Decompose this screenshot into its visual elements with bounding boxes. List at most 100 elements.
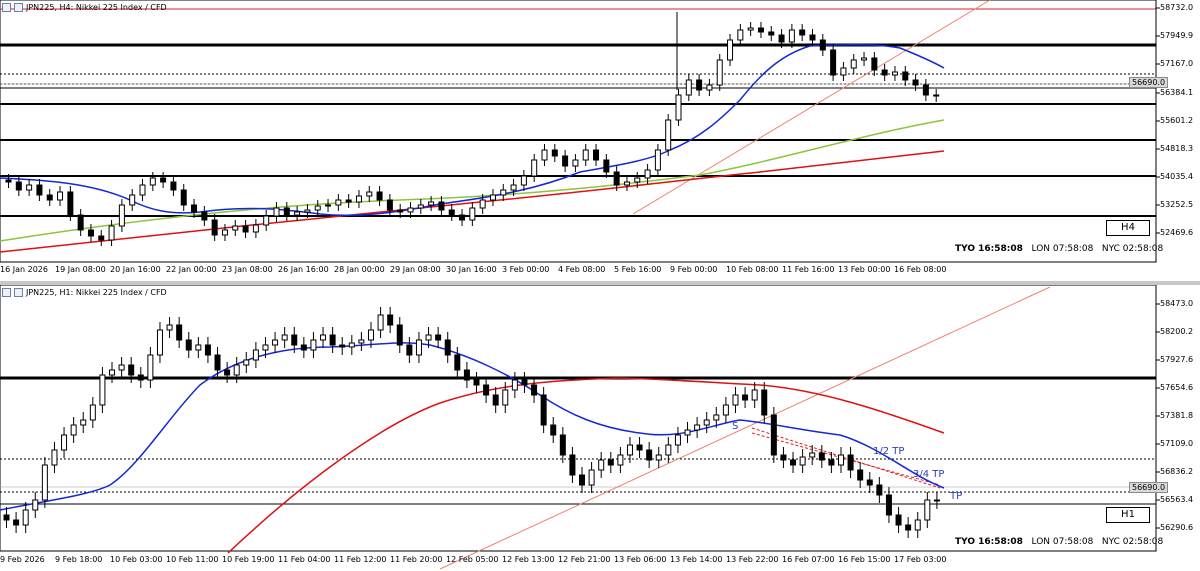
lon-time: LON 07:58:08 bbox=[1031, 244, 1094, 254]
h4-candle-body bbox=[118, 204, 125, 227]
price-axis-tick: 56836.2 bbox=[1160, 467, 1194, 476]
h1-candle-body bbox=[329, 334, 336, 346]
h4-candle-body bbox=[294, 211, 301, 216]
h1-candle-body bbox=[51, 449, 58, 466]
h1-candle-body bbox=[454, 354, 461, 371]
h4-candle-body bbox=[582, 149, 589, 161]
h4-candle-body bbox=[325, 204, 332, 207]
time-axis-tick: 13 Feb 06:00 bbox=[614, 555, 667, 564]
h1-candle-body bbox=[492, 394, 499, 406]
h4-candle-body bbox=[757, 27, 764, 33]
time-axis-tick: 17 Feb 03:00 bbox=[894, 555, 947, 564]
h4-candle-body bbox=[685, 79, 692, 96]
h1-candle-body bbox=[751, 389, 758, 401]
h1-candle-body bbox=[933, 499, 940, 502]
h1-candle-body bbox=[559, 434, 566, 456]
h4-candle-body bbox=[15, 181, 22, 191]
h4-title-text: JPN225, H4: Nikkei 225 Index / CFD bbox=[26, 3, 167, 12]
h1-candle-body bbox=[732, 394, 739, 406]
h4-candle-body bbox=[799, 29, 806, 36]
h1-candle-body bbox=[598, 459, 605, 471]
h1-candle-body bbox=[483, 384, 490, 396]
h1-candle-body bbox=[742, 394, 749, 401]
h4-candle-body bbox=[603, 159, 610, 173]
chart-window-icon bbox=[2, 288, 11, 297]
h4-candle-body bbox=[861, 57, 868, 61]
h4-candle-body bbox=[623, 181, 630, 186]
h1-candle-body bbox=[377, 314, 384, 331]
h4-candle-body bbox=[438, 201, 445, 211]
h1-candle-body bbox=[684, 429, 691, 436]
h1-candle-body bbox=[444, 339, 451, 356]
h1-candle-body bbox=[367, 329, 374, 341]
h1-plot-frame bbox=[0, 285, 1157, 552]
time-axis-tick: 29 Jan 08:00 bbox=[390, 265, 441, 274]
h1-chart-title: JPN225, H1: Nikkei 225 Index / CFD bbox=[2, 288, 167, 297]
h4-candle-body bbox=[510, 184, 517, 191]
time-axis-tick: 30 Jan 16:00 bbox=[446, 265, 497, 274]
h1-candle-body bbox=[32, 499, 39, 511]
h4-chart-canvas[interactable] bbox=[0, 0, 1200, 281]
h1-chart-pane[interactable]: JPN225, H1: Nikkei 225 Index / CFD 58473… bbox=[0, 285, 1200, 571]
entry-sell-label: S bbox=[732, 421, 739, 432]
h4-chart-title: JPN225, H4: Nikkei 225 Index / CFD bbox=[2, 3, 167, 12]
h4-session-clock: TYO 16:58:08 LON 07:58:08 NYC 02:58:08 bbox=[955, 244, 1163, 254]
h1-candle-body bbox=[224, 369, 231, 376]
h1-candle-body bbox=[3, 514, 10, 521]
h1-candle-body bbox=[905, 524, 912, 531]
time-axis-tick: 16 Feb 08:00 bbox=[894, 265, 947, 274]
tyo-time: TYO 16:58:08 bbox=[955, 244, 1023, 254]
h4-candle-body bbox=[304, 209, 311, 213]
time-axis-tick: 10 Feb 11:00 bbox=[166, 555, 219, 564]
h1-candle-body bbox=[607, 459, 614, 466]
h4-candle-body bbox=[386, 199, 393, 211]
h4-candle-body bbox=[489, 194, 496, 201]
h1-candle-body bbox=[41, 464, 48, 501]
time-axis-tick: 9 Feb 00:00 bbox=[670, 265, 718, 274]
h1-candle-body bbox=[118, 364, 125, 371]
h4-candle-body bbox=[469, 207, 476, 221]
tp-half-label: 1/2 TP bbox=[873, 446, 905, 457]
h4-candle-body bbox=[366, 191, 373, 197]
h4-candle-body bbox=[830, 49, 837, 76]
h4-candle-body bbox=[479, 199, 486, 209]
time-axis-tick: 4 Feb 08:00 bbox=[558, 265, 606, 274]
time-axis-tick: 10 Feb 08:00 bbox=[726, 265, 779, 274]
h4-candle-body bbox=[634, 177, 641, 183]
h4-timeframe-badge[interactable]: H4 bbox=[1106, 220, 1150, 236]
h1-candle-body bbox=[847, 454, 854, 471]
h1-candle-body bbox=[80, 419, 87, 426]
h4-candle-body bbox=[520, 175, 527, 186]
h4-candle-body bbox=[902, 71, 909, 81]
h4-candle-body bbox=[98, 235, 105, 241]
h4-candle-body bbox=[139, 184, 146, 196]
h4-candle-body bbox=[696, 79, 703, 91]
h1-candle-body bbox=[761, 389, 768, 416]
time-axis-tick: 16 Jan 2026 bbox=[0, 265, 48, 274]
h1-candle-body bbox=[291, 334, 298, 346]
h1-timeframe-badge[interactable]: H1 bbox=[1106, 507, 1150, 523]
h1-candle-body bbox=[109, 369, 116, 376]
h1-chart-canvas[interactable] bbox=[0, 285, 1200, 571]
h4-candle-body bbox=[345, 199, 352, 203]
h4-candle-body bbox=[129, 194, 136, 206]
h4-candle-body bbox=[819, 39, 826, 51]
h4-candle-body bbox=[397, 209, 404, 213]
h4-candle-body bbox=[170, 181, 177, 191]
h4-candle-body bbox=[335, 199, 342, 206]
h4-candle-body bbox=[87, 229, 94, 237]
h4-candle-body bbox=[201, 211, 208, 221]
h1-candle-body bbox=[204, 344, 211, 356]
h1-candle-body bbox=[713, 414, 720, 421]
price-axis-tick: 56290.6 bbox=[1160, 523, 1194, 532]
time-axis-tick: 13 Feb 00:00 bbox=[838, 265, 891, 274]
h1-candle-body bbox=[22, 509, 29, 526]
price-axis-tick: 57167.0 bbox=[1160, 59, 1194, 68]
h1-candle-body bbox=[300, 344, 307, 351]
h1-candle-body bbox=[137, 374, 144, 381]
time-axis-tick: 23 Jan 08:00 bbox=[222, 265, 273, 274]
h1-candle-body bbox=[406, 344, 413, 356]
h1-candle-body bbox=[694, 424, 701, 431]
h4-chart-pane[interactable]: JPN225, H4: Nikkei 225 Index / CFD 58732… bbox=[0, 0, 1200, 281]
time-axis-tick: 16 Feb 15:00 bbox=[838, 555, 891, 564]
